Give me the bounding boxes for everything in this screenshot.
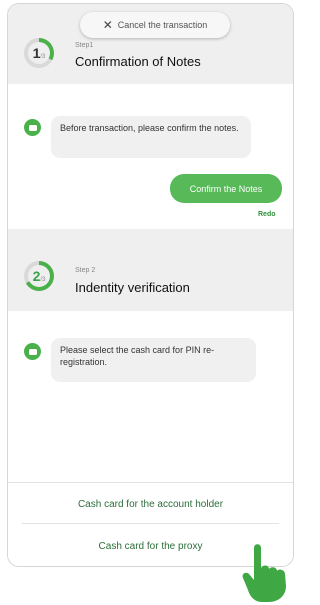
option-account-holder-card[interactable]: Cash card for the account holder (8, 485, 293, 523)
bot-icon (24, 343, 41, 360)
step-1-denominator: /3 (40, 54, 46, 60)
step-2-progress-ring: 2 /3 (24, 261, 54, 291)
cancel-transaction-button[interactable]: ✕ Cancel the transaction (80, 12, 230, 38)
phone-screen: ✕ Cancel the transaction 1 /3 Step1 Conf… (7, 3, 294, 567)
step-1-progress-ring: 1 /3 (24, 38, 54, 68)
bot-icon (24, 119, 41, 136)
step-1-title: Confirmation of Notes (75, 54, 201, 69)
close-icon: ✕ (102, 18, 113, 32)
bot-message-2: Please select the cash card for PIN re-r… (51, 338, 256, 382)
step-1-kicker: Step1 (75, 42, 94, 49)
step-2-title: Indentity verification (75, 280, 190, 295)
step-2-denominator: /3 (40, 277, 46, 283)
step-2-header: 2 /3 Step 2 Indentity verification (8, 229, 293, 311)
bot-message-1: Before transaction, please confirm the n… (51, 116, 251, 158)
step-1-number: 1 (32, 45, 41, 61)
user-reply-confirm-notes: Confirm the Notes (170, 174, 282, 203)
cancel-transaction-label: Cancel the transaction (117, 20, 208, 30)
redo-link[interactable]: Redo (258, 211, 276, 218)
step-2-number: 2 (32, 268, 41, 284)
hand-pointer-icon (242, 544, 286, 602)
step-2-kicker: Step 2 (75, 267, 96, 274)
option-divider (22, 523, 279, 524)
